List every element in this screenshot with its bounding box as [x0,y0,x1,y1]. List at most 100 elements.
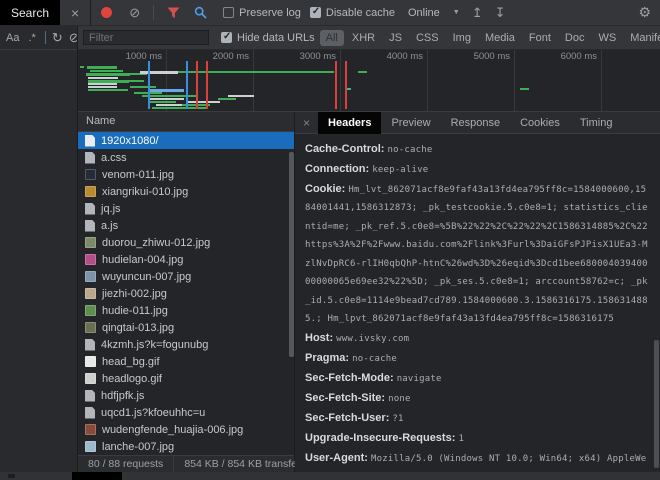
headers-list: Cache-Control: no-cacheConnection: keep-… [305,141,650,473]
chevron-down-icon[interactable]: ▼ [453,9,460,16]
details-scrollbar[interactable] [654,340,659,468]
waterfall-bar [88,86,117,88]
request-row[interactable]: duorou_zhiwu-012.jpg [78,234,294,251]
network-overview[interactable]: 1000 ms2000 ms3000 ms4000 ms5000 ms6000 … [78,50,660,112]
search-results-panel: Aa .* ↻ ⊘ [0,26,78,472]
waterfall-bar [186,101,220,103]
tab-response[interactable]: Response [441,112,511,134]
name-column-header[interactable]: Name [78,112,294,132]
hide-data-urls-checkbox[interactable] [221,32,232,43]
request-row[interactable]: hudie-011.jpg [78,302,294,319]
drawer-tab[interactable] [72,472,122,480]
file-icon [85,220,95,232]
filter-funnel-icon[interactable] [167,7,180,19]
import-har-icon[interactable]: ↥ [472,5,483,21]
request-row[interactable]: 1920x1080/ [78,132,294,149]
header-value: keep-alive [372,165,428,175]
clipped-header-line: q=0.9,image/webp,image/apng,*/*;q=0.8,ap… [305,134,650,139]
filter-pill-img[interactable]: Img [447,30,477,46]
header-name: Connection: [305,163,372,175]
request-row[interactable]: hdfjpfk.js [78,387,294,404]
tab-headers[interactable]: Headers [318,112,381,134]
filter-pill-doc[interactable]: Doc [559,30,591,46]
header-value: ?1 [392,414,403,424]
preserve-log-label: Preserve log [239,7,301,19]
image-thumb-icon [85,441,96,452]
request-row[interactable]: uqcd1.js?kfoeuhhc=u [78,404,294,421]
record-button[interactable] [101,7,112,18]
request-name: venom-011.jpg [102,169,174,181]
tab-search-label: Search [11,6,49,20]
search-icon[interactable] [194,6,207,19]
header-value: none [388,394,410,404]
request-row[interactable]: wuyuncun-007.jpg [78,268,294,285]
clear-icon[interactable]: ⊘ [129,6,140,19]
refresh-icon[interactable]: ↻ [52,30,63,46]
filter-pill-ws[interactable]: WS [592,30,622,46]
tab-cookies[interactable]: Cookies [510,112,570,134]
close-search-icon[interactable]: × [71,5,79,21]
export-har-icon[interactable]: ↧ [495,5,506,21]
request-row[interactable]: qingtai-013.jpg [78,319,294,336]
filter-input[interactable] [83,30,209,45]
file-icon [85,339,95,351]
header-line: Cache-Control: no-cache [305,141,650,160]
tab-timing[interactable]: Timing [570,112,623,134]
request-row[interactable]: head_bg.gif [78,353,294,370]
request-row[interactable]: xiangrikui-010.jpg [78,183,294,200]
waterfall-bar [152,107,208,109]
details-tabs: × HeadersPreviewResponseCookiesTiming [295,112,660,134]
header-line: Host: www.ivsky.com [305,330,650,349]
tab-preview[interactable]: Preview [381,112,440,134]
filter-pill-all[interactable]: All [320,30,344,46]
request-row[interactable]: venom-011.jpg [78,166,294,183]
filter-pill-xhr[interactable]: XHR [346,30,381,46]
request-row[interactable]: jq.js [78,200,294,217]
header-name: Upgrade-Insecure-Requests: [305,432,458,444]
tab-search[interactable]: Search [0,0,60,25]
image-thumb-icon [85,305,96,316]
filter-pill-media[interactable]: Media [479,30,521,46]
close-details-icon[interactable]: × [295,116,318,130]
file-icon [85,152,95,164]
waterfall-bar [520,88,529,90]
header-line: User-Agent: Mozilla/5.0 (Windows NT 10.0… [305,450,650,472]
request-row[interactable]: lanche-007.jpg [78,438,294,455]
overview-gridline [601,50,602,111]
preserve-log-checkbox[interactable] [223,7,234,18]
waterfall-bar [150,98,184,100]
request-row[interactable]: a.css [78,149,294,166]
request-row[interactable]: headlogo.gif [78,370,294,387]
regex-icon[interactable]: .* [28,32,35,44]
request-name: hudielan-004.jpg [102,254,183,266]
file-icon [85,135,95,147]
filter-pill-css[interactable]: CSS [410,30,445,46]
overview-gridline [514,50,515,111]
request-row[interactable]: wudengfende_huajia-006.jpg [78,421,294,438]
waterfall-bar [160,95,198,97]
request-row[interactable]: 4kzmh.js?k=fogunubg [78,336,294,353]
header-line: Upgrade-Insecure-Requests: 1 [305,430,650,449]
overview-tick-label: 4000 ms [343,51,423,62]
match-case-icon[interactable]: Aa [6,32,19,44]
request-list-scrollbar[interactable] [289,152,294,357]
network-filter-bar: Hide data URLs AllXHRJSCSSImgMediaFontDo… [78,26,660,50]
file-icon [85,203,95,215]
header-line: Connection: keep-alive [305,161,650,180]
overview-gridline [427,50,428,111]
filter-pill-font[interactable]: Font [523,30,557,46]
image-thumb-icon [85,424,96,435]
request-name: qingtai-013.jpg [102,322,174,334]
request-row[interactable]: jiezhi-002.jpg [78,285,294,302]
request-name: jiezhi-002.jpg [102,288,167,300]
request-row[interactable]: a.js [78,217,294,234]
header-name: Sec-Fetch-User: [305,412,392,424]
request-row[interactable]: hudielan-004.jpg [78,251,294,268]
filter-pill-manifest[interactable]: Manifest [624,30,660,46]
gear-icon[interactable]: ⚙ [638,4,651,21]
disable-cache-checkbox[interactable] [310,7,321,18]
clear-search-icon[interactable]: ⊘ [69,30,77,46]
image-thumb-icon [85,169,96,180]
throttling-dropdown[interactable]: Online [408,7,440,19]
filter-pill-js[interactable]: JS [383,30,408,46]
